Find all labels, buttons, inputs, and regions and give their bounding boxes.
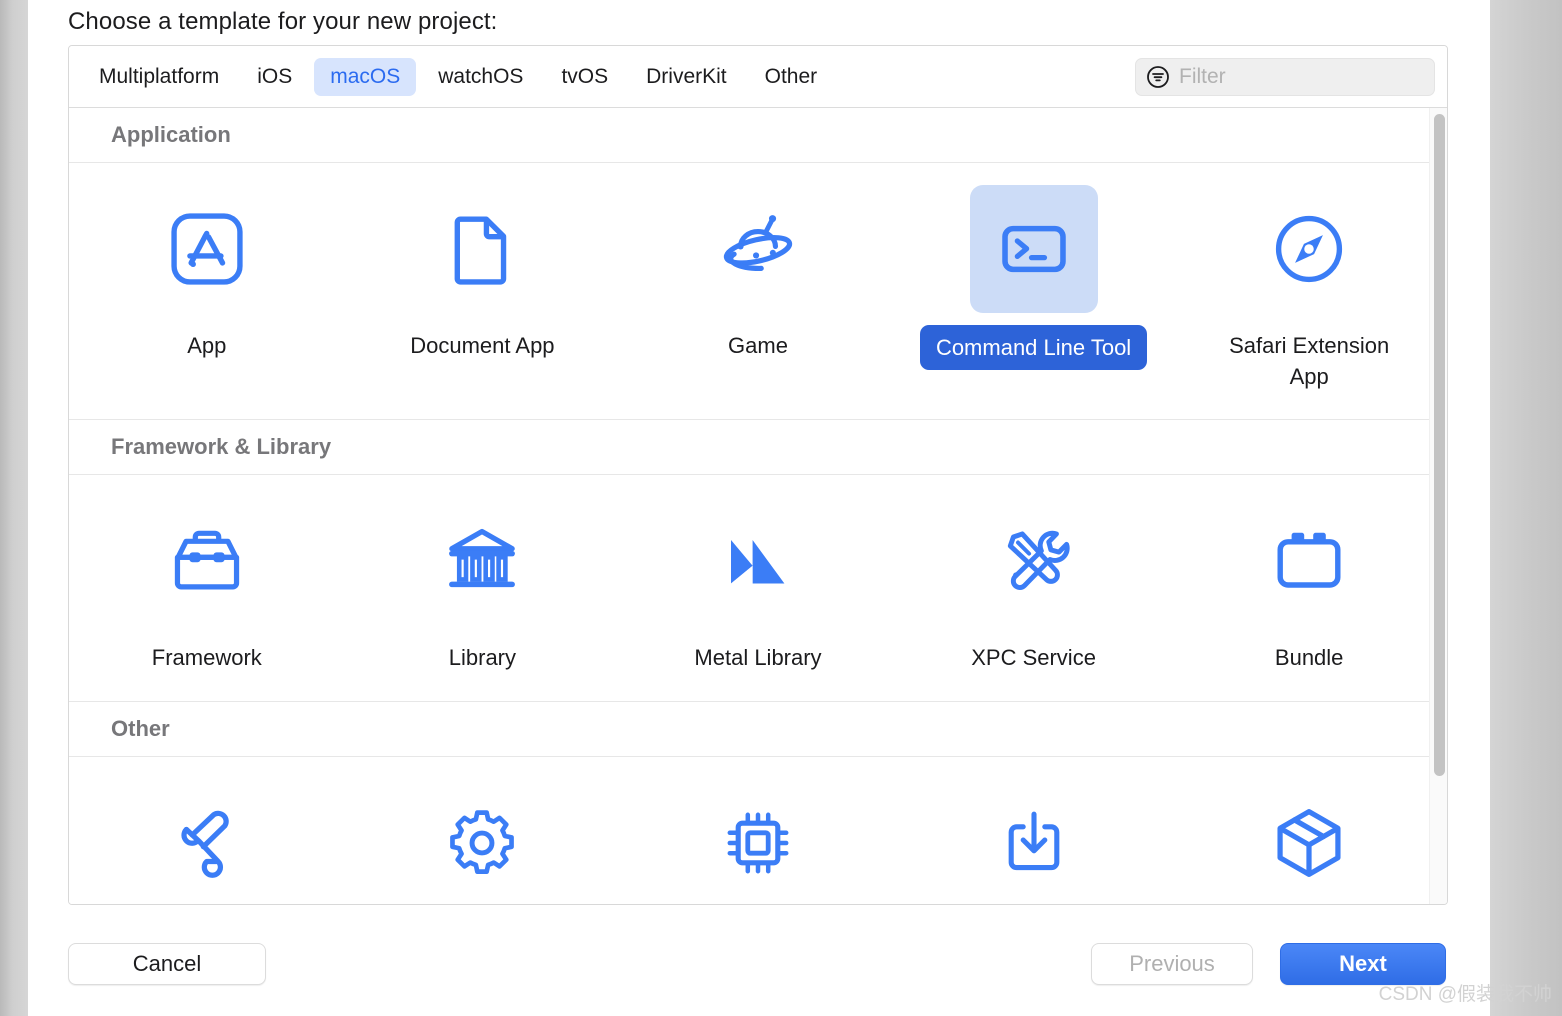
package-cube-icon [1277,808,1341,877]
template-row-framework-library: Framework Library Metal Library XPC Serv… [69,475,1447,702]
template-tile-command-line-tool[interactable]: Command Line Tool [896,179,1172,397]
section-header-framework-library: Framework & Library [69,420,1447,476]
template-tile-metal-library[interactable]: Metal Library [620,491,896,678]
page-title: Choose a template for your new project: [68,8,498,35]
document-icon [454,216,507,285]
cpu-chip-icon [727,812,789,874]
download-tray-icon [1008,811,1059,870]
dialog-footer: Cancel Previous Next [28,920,1490,1016]
template-icon-wrap [694,185,822,313]
template-icon-wrap [1245,497,1373,625]
template-icon-wrap [418,497,546,625]
bundle-box-icon [1277,533,1341,589]
tab-ios[interactable]: iOS [241,58,308,96]
template-label: Command Line Tool [919,325,1148,371]
metal-m-icon [730,540,785,584]
section-header-other: Other [69,701,1447,757]
template-icon-wrap [694,779,822,904]
template-icon-wrap [969,185,1098,313]
tab-other[interactable]: Other [749,58,834,96]
filter-placeholder: Filter [1179,65,1226,88]
template-icon-wrap [418,185,546,313]
scroll-icon [181,810,229,878]
template-icon-wrap [1245,779,1373,904]
template-tile-framework[interactable]: Framework [69,491,345,678]
template-label: App [187,333,227,358]
template-icon-wrap [418,779,546,904]
toolbox-icon [174,531,239,590]
template-icon-wrap [143,185,271,313]
template-icon-wrap [143,779,271,904]
gear-icon [450,809,515,874]
template-tile-other-3[interactable] [620,773,896,904]
filter-field[interactable]: Filter [1135,58,1435,96]
bank-columns-icon [449,529,516,588]
template-tile-game[interactable]: Game [620,179,896,397]
template-icon-wrap [970,779,1098,904]
template-label: Safari Extension App [1229,333,1390,390]
template-label: Library [448,645,517,671]
watermark: CSDN @假装我不帅 [1378,984,1552,1005]
app-store-icon [171,213,243,285]
template-label: Framework [151,645,262,671]
template-tile-app[interactable]: App [69,179,345,397]
template-icon-wrap [694,497,822,625]
tab-multiplatform[interactable]: Multiplatform [83,58,235,96]
tab-driverkit[interactable]: DriverKit [630,58,743,96]
tab-tvos[interactable]: tvOS [545,58,624,96]
template-icon-wrap [1245,185,1373,313]
section-header-application: Application [69,108,1447,163]
template-label: Document App [410,333,555,358]
filter-icon [1147,66,1169,88]
template-label: Metal Library [694,645,822,671]
tab-watchos[interactable]: watchOS [422,58,539,96]
platform-tabbar: Multiplatform iOS macOS watchOS tvOS Dri… [69,46,1447,108]
template-icon-wrap [143,497,271,625]
template-icon-wrap [970,497,1098,625]
template-tile-other-1[interactable] [69,773,345,904]
desktop-left-edge [0,0,28,1016]
scrollbar-thumb[interactable] [1434,114,1445,776]
tab-macos[interactable]: macOS [314,57,417,96]
template-scrollbar[interactable] [1429,108,1447,904]
template-tile-document-app[interactable]: Document App [345,179,621,397]
desktop-right-edge [1490,0,1562,1016]
template-row-other [69,756,1447,904]
screen: Choose a template for your new project: … [0,0,1562,1016]
template-tile-bundle[interactable]: Bundle [1171,491,1447,678]
screwdriver-wrench-icon [1007,531,1070,591]
template-panel: Multiplatform iOS macOS watchOS tvOS Dri… [68,45,1448,905]
cancel-button[interactable]: Cancel [68,943,266,985]
template-tile-safari-extension-app[interactable]: Safari Extension App [1171,179,1447,397]
template-scroll-area: Application App Document App Game Comman… [69,108,1447,904]
template-tile-xpc-service[interactable]: XPC Service [896,491,1172,678]
safari-compass-icon [1276,215,1343,283]
template-label: Game [728,333,788,358]
template-label: Bundle [1274,645,1344,671]
new-project-template-dialog: Choose a template for your new project: … [28,0,1490,1016]
ufo-game-icon [723,215,793,271]
template-label: XPC Service [971,645,1096,671]
terminal-icon [1001,225,1066,273]
template-row-application: App Document App Game Command Line Tool … [69,163,1447,421]
template-tile-other-5[interactable] [1171,773,1447,904]
template-tile-library[interactable]: Library [345,491,621,678]
template-tile-other-2[interactable] [345,773,621,904]
previous-button[interactable]: Previous [1091,943,1253,985]
template-tile-other-4[interactable] [896,773,1172,904]
